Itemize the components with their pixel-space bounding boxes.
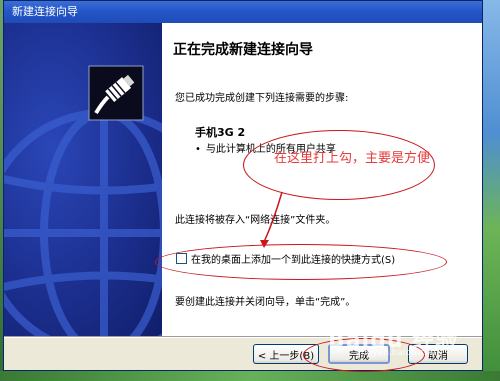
window-titlebar[interactable]: 新建连接向导 xyxy=(4,1,482,23)
finish-instruction: 要创建此连接并关闭向导，单击“完成”。 xyxy=(175,297,356,308)
annotation-arrow-icon xyxy=(260,191,283,248)
desktop-edge-right xyxy=(483,0,500,381)
globe-graphic-icon xyxy=(4,109,162,336)
network-cable-icon xyxy=(88,65,144,121)
intro-text: 您已成功完成创建下列连接需要的步骤: xyxy=(175,93,349,104)
wizard-side-panel xyxy=(4,23,162,336)
bullet-icon: • xyxy=(195,144,201,155)
annotation-note: 在这里打上勾，主要是方便 xyxy=(274,151,431,166)
desktop-edge-bottom xyxy=(0,371,500,381)
page-title: 正在完成新建连接向导 xyxy=(173,42,313,58)
window-title: 新建连接向导 xyxy=(12,5,78,18)
annotation-ellipse-checkbox xyxy=(155,244,447,280)
connection-name: 手机3G 2 xyxy=(195,126,246,139)
watermark-url: jingyan.baidu.com xyxy=(356,348,440,358)
